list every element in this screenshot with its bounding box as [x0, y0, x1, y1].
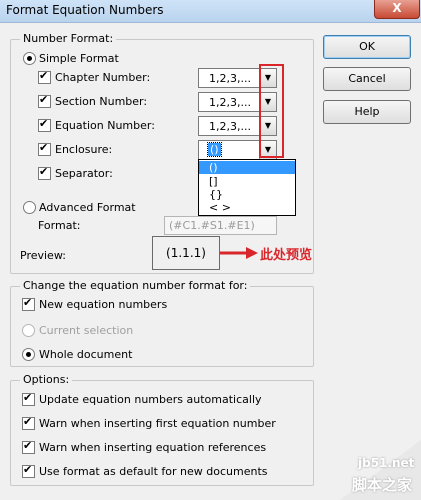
whole-document-label: Whole document — [39, 348, 133, 361]
ok-button[interactable]: OK — [323, 35, 411, 59]
new-equation-numbers-checkbox[interactable] — [22, 296, 35, 311]
preview-label: Preview: — [20, 249, 66, 262]
current-selection-radio[interactable] — [22, 324, 35, 337]
cancel-button[interactable]: Cancel — [323, 67, 411, 91]
enclosure-value: () — [207, 142, 222, 157]
current-selection-label: Current selection — [39, 324, 134, 337]
section-number-label: Section Number: — [55, 95, 148, 108]
warn-first-number-label: Warn when inserting first equation numbe… — [39, 417, 276, 430]
equation-number-label: Equation Number: — [55, 119, 155, 132]
advanced-format-label: Advanced Format — [39, 201, 136, 214]
section-number-value: 1,2,3,... — [209, 96, 251, 109]
enclosure-option-angles[interactable]: < > — [199, 201, 295, 214]
warn-references-label: Warn when inserting equation references — [39, 441, 267, 454]
format-label: Format: — [38, 219, 81, 232]
warn-references-checkbox[interactable] — [22, 439, 35, 454]
preview-box: (1.1.1) — [152, 236, 220, 270]
watermark-name: 脚本之家 — [352, 476, 413, 494]
new-equation-numbers-label: New equation numbers — [39, 298, 168, 311]
close-button[interactable]: X — [374, 0, 420, 19]
equation-number-checkbox[interactable] — [38, 117, 51, 132]
enclosure-checkbox[interactable] — [38, 141, 51, 156]
watermark-site: jb51.net — [358, 456, 415, 470]
warn-first-number-checkbox[interactable] — [22, 415, 35, 430]
title-bar: Format Equation Numbers X — [0, 0, 421, 23]
number-format-label: Number Format: — [20, 32, 117, 45]
chapter-number-checkbox[interactable] — [38, 69, 51, 84]
enclosure-dropdown-list: () [] {} < > — [198, 159, 296, 216]
preview-annotation: 此处预览 — [260, 248, 313, 263]
update-automatically-label: Update equation numbers automatically — [39, 393, 262, 406]
options-label: Options: — [20, 373, 73, 386]
chapter-number-label: Chapter Number: — [55, 71, 151, 84]
use-as-default-checkbox[interactable] — [22, 463, 35, 478]
advanced-format-value: (#C1.#S1.#E1) — [169, 219, 255, 232]
help-button[interactable]: Help — [323, 100, 411, 124]
enclosure-option-parentheses[interactable]: () — [199, 161, 295, 174]
simple-format-label: Simple Format — [39, 52, 119, 65]
highlight-box — [259, 64, 284, 158]
enclosure-option-brackets[interactable]: [] — [199, 175, 295, 188]
format-equation-numbers-dialog: Format Equation Numbers X Number Format:… — [0, 0, 421, 500]
enclosure-option-braces[interactable]: {} — [199, 188, 295, 201]
equation-number-value: 1,2,3,... — [209, 120, 251, 133]
arrow-right-icon — [220, 247, 258, 259]
use-as-default-label: Use format as default for new documents — [39, 465, 268, 478]
whole-document-radio[interactable] — [22, 348, 35, 361]
update-automatically-checkbox[interactable] — [22, 391, 35, 406]
separator-checkbox[interactable] — [38, 165, 51, 180]
advanced-format-input[interactable]: (#C1.#S1.#E1) — [164, 216, 277, 235]
simple-format-radio[interactable] — [23, 52, 36, 65]
enclosure-label: Enclosure: — [55, 143, 113, 156]
advanced-format-radio[interactable] — [23, 201, 36, 214]
chapter-number-value: 1,2,3,... — [209, 72, 251, 85]
section-number-checkbox[interactable] — [38, 93, 51, 108]
dialog-title: Format Equation Numbers — [6, 3, 164, 17]
change-format-label: Change the equation number format for: — [20, 279, 251, 292]
separator-label: Separator: — [55, 167, 113, 180]
